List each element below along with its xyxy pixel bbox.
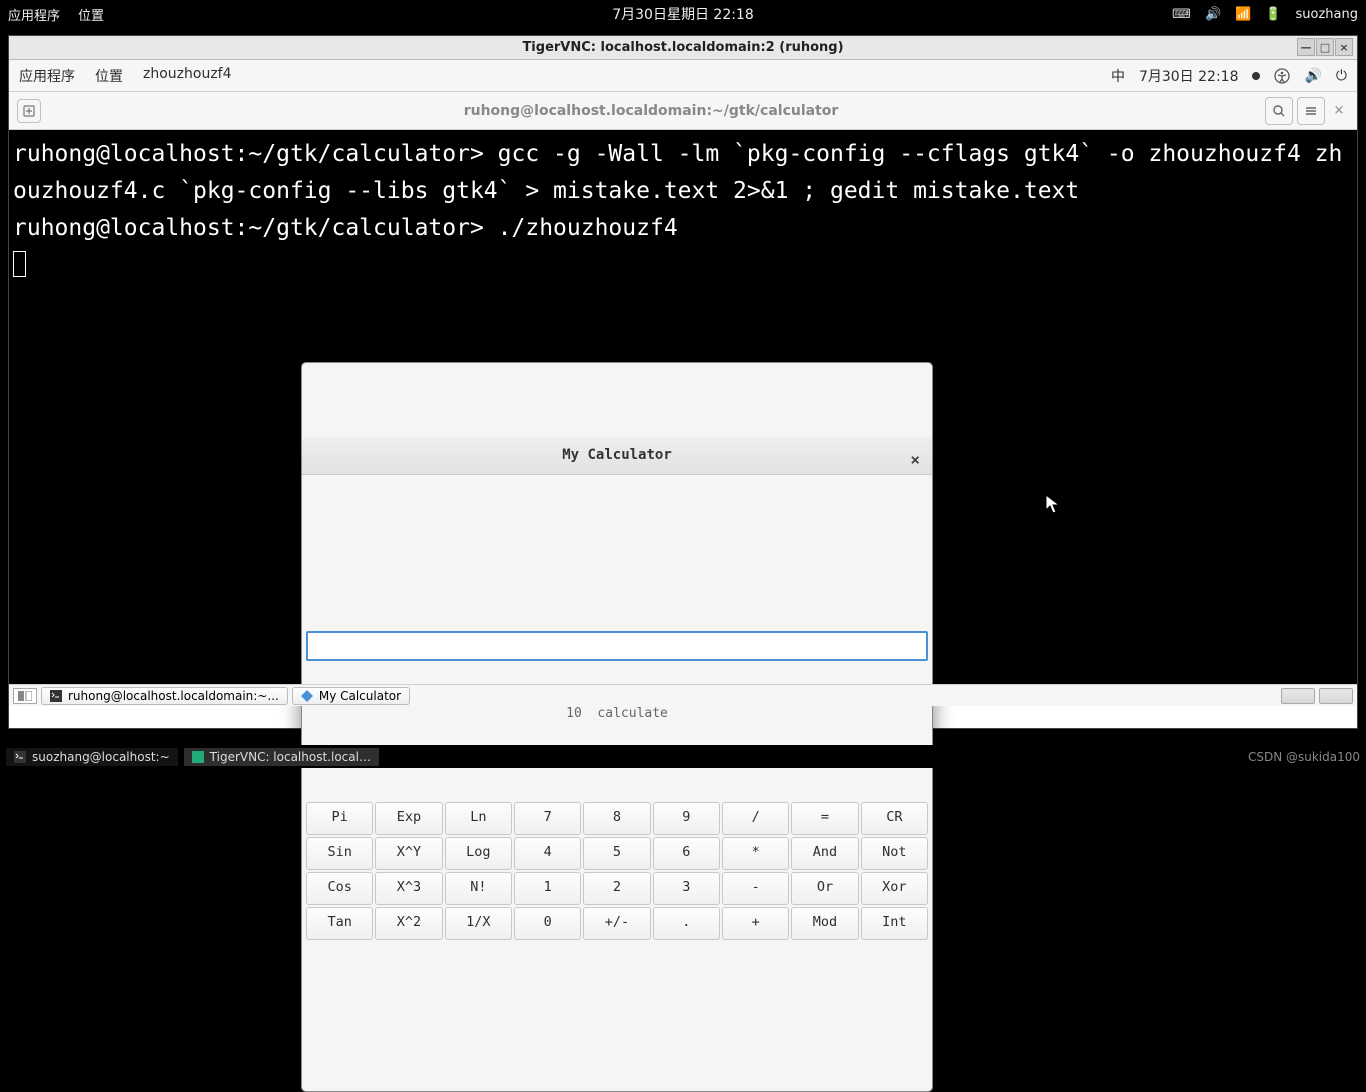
- calculator-button-grid: PiExpLn789/=CR SinX^YLog456*AndNot CosX^3N…: [306, 802, 928, 940]
- tray-button[interactable]: [1319, 688, 1353, 704]
- calculator-title: My Calculator: [562, 444, 672, 466]
- calc-button-2[interactable]: 2: [583, 872, 650, 905]
- host-task-terminal[interactable]: suozhang@localhost:~: [6, 748, 178, 766]
- calculator-window: My Calculator × 10 calculate PiExpLn789/…: [301, 362, 933, 1092]
- calc-button-[interactable]: .: [653, 907, 720, 940]
- search-button[interactable]: [1265, 97, 1293, 125]
- calc-button-9[interactable]: 9: [653, 802, 720, 835]
- gnome-apps-menu[interactable]: 应用程序: [19, 66, 75, 86]
- taskbar-item-label: My Calculator: [319, 689, 401, 703]
- vnc-icon: [192, 751, 204, 763]
- volume-icon[interactable]: 🔊: [1304, 68, 1321, 84]
- workspace-switcher[interactable]: [13, 688, 37, 704]
- calc-button-[interactable]: /: [722, 802, 789, 835]
- vnc-close-button[interactable]: ×: [1335, 38, 1353, 56]
- host-topbar: 应用程序 位置 7月30日星期日 22:18 ⌨ 🔊 📶 🔋 suozhang: [0, 0, 1366, 28]
- calc-button-3[interactable]: 3: [653, 872, 720, 905]
- calc-button-log[interactable]: Log: [445, 837, 512, 870]
- terminal-prompt: ruhong@localhost:~/gtk/calculator>: [13, 215, 498, 241]
- terminal-cursor: [13, 251, 26, 277]
- gnome-topbar: 应用程序 位置 zhouzhouzf4 中 7月30日 22:18 🔊 ⏻: [9, 60, 1357, 92]
- vnc-minimize-button[interactable]: —: [1297, 38, 1315, 56]
- host-task-label: TigerVNC: localhost.local…: [210, 750, 371, 764]
- terminal-close-button[interactable]: ×: [1329, 97, 1349, 125]
- calculator-input[interactable]: [306, 631, 928, 661]
- host-username[interactable]: suozhang: [1296, 7, 1359, 22]
- hamburger-menu-button[interactable]: [1297, 97, 1325, 125]
- gnome-places-menu[interactable]: 位置: [95, 66, 123, 86]
- keyboard-icon[interactable]: ⌨: [1172, 7, 1191, 22]
- calc-button-tan[interactable]: Tan: [306, 907, 373, 940]
- vnc-title: TigerVNC: localhost.localdomain:2 (ruhon…: [522, 40, 843, 55]
- vnc-window: TigerVNC: localhost.localdomain:2 (ruhon…: [8, 35, 1358, 729]
- vnc-maximize-button[interactable]: □: [1316, 38, 1334, 56]
- calc-button-5[interactable]: 5: [583, 837, 650, 870]
- calc-button-[interactable]: +: [722, 907, 789, 940]
- calc-button-8[interactable]: 8: [583, 802, 650, 835]
- calc-button-and[interactable]: And: [791, 837, 858, 870]
- calc-button-[interactable]: +/-: [583, 907, 650, 940]
- calc-button-4[interactable]: 4: [514, 837, 581, 870]
- terminal-icon: [50, 690, 62, 702]
- gnome-tray: [1281, 688, 1353, 704]
- vnc-titlebar[interactable]: TigerVNC: localhost.localdomain:2 (ruhon…: [9, 36, 1357, 60]
- volume-icon[interactable]: 🔊: [1205, 7, 1221, 22]
- calc-button-x3[interactable]: X^3: [375, 872, 442, 905]
- calc-button-7[interactable]: 7: [514, 802, 581, 835]
- accessibility-icon[interactable]: [1274, 68, 1290, 84]
- calc-button-6[interactable]: 6: [653, 837, 720, 870]
- terminal-icon: [14, 751, 26, 763]
- tray-button[interactable]: [1281, 688, 1315, 704]
- calc-button-exp[interactable]: Exp: [375, 802, 442, 835]
- calculator-titlebar[interactable]: My Calculator ×: [302, 437, 932, 475]
- calc-button-pi[interactable]: Pi: [306, 802, 373, 835]
- network-icon[interactable]: 📶: [1235, 7, 1251, 22]
- host-taskbar: suozhang@localhost:~ TigerVNC: localhost…: [0, 745, 1366, 768]
- calc-button-[interactable]: =: [791, 802, 858, 835]
- calc-button-or[interactable]: Or: [791, 872, 858, 905]
- calc-button-[interactable]: *: [722, 837, 789, 870]
- new-tab-button[interactable]: [17, 99, 41, 123]
- calc-button-int[interactable]: Int: [861, 907, 928, 940]
- calc-button-sin[interactable]: Sin: [306, 837, 373, 870]
- terminal-title: ruhong@localhost.localdomain:~/gtk/calcu…: [41, 103, 1261, 119]
- calc-button-mod[interactable]: Mod: [791, 907, 858, 940]
- calc-button-n[interactable]: N!: [445, 872, 512, 905]
- taskbar-item-terminal[interactable]: ruhong@localhost.localdomain:~...: [41, 687, 288, 705]
- host-apps-menu[interactable]: 应用程序: [8, 5, 60, 24]
- terminal-toolbar: ruhong@localhost.localdomain:~/gtk/calcu…: [9, 92, 1357, 130]
- taskbar-item-label: ruhong@localhost.localdomain:~...: [68, 689, 279, 703]
- calc-button-0[interactable]: 0: [514, 907, 581, 940]
- calc-button-xor[interactable]: Xor: [861, 872, 928, 905]
- terminal-prompt: ruhong@localhost:~/gtk/calculator>: [13, 141, 498, 167]
- recording-icon: [1252, 72, 1260, 80]
- power-icon[interactable]: ⏻: [1336, 68, 1347, 84]
- terminal-command: ./zhouzhouzf4: [498, 215, 678, 241]
- ime-indicator[interactable]: 中: [1111, 66, 1125, 86]
- calc-button-ln[interactable]: Ln: [445, 802, 512, 835]
- terminal[interactable]: ruhong@localhost:~/gtk/calculator> gcc -…: [9, 130, 1357, 686]
- calculator-close-button[interactable]: ×: [910, 447, 920, 473]
- gnome-clock: 7月30日 22:18: [1139, 66, 1239, 86]
- calc-button-xy[interactable]: X^Y: [375, 837, 442, 870]
- host-places-menu[interactable]: 位置: [78, 5, 104, 24]
- gnome-active-app[interactable]: zhouzhouzf4: [143, 66, 232, 86]
- calc-button-cr[interactable]: CR: [861, 802, 928, 835]
- app-icon: [301, 690, 313, 702]
- host-clock: 7月30日星期日 22:18: [612, 4, 754, 24]
- calc-button-[interactable]: -: [722, 872, 789, 905]
- calc-button-cos[interactable]: Cos: [306, 872, 373, 905]
- calc-button-x2[interactable]: X^2: [375, 907, 442, 940]
- host-task-label: suozhang@localhost:~: [32, 750, 170, 764]
- battery-icon[interactable]: 🔋: [1265, 7, 1281, 22]
- host-task-vnc[interactable]: TigerVNC: localhost.local…: [184, 748, 379, 766]
- calc-button-not[interactable]: Not: [861, 837, 928, 870]
- calc-button-1x[interactable]: 1/X: [445, 907, 512, 940]
- calc-button-1[interactable]: 1: [514, 872, 581, 905]
- csdn-watermark: CSDN @sukida100: [1248, 750, 1360, 764]
- taskbar-item-calculator[interactable]: My Calculator: [292, 687, 410, 705]
- gnome-taskbar: ruhong@localhost.localdomain:~... My Cal…: [9, 684, 1357, 706]
